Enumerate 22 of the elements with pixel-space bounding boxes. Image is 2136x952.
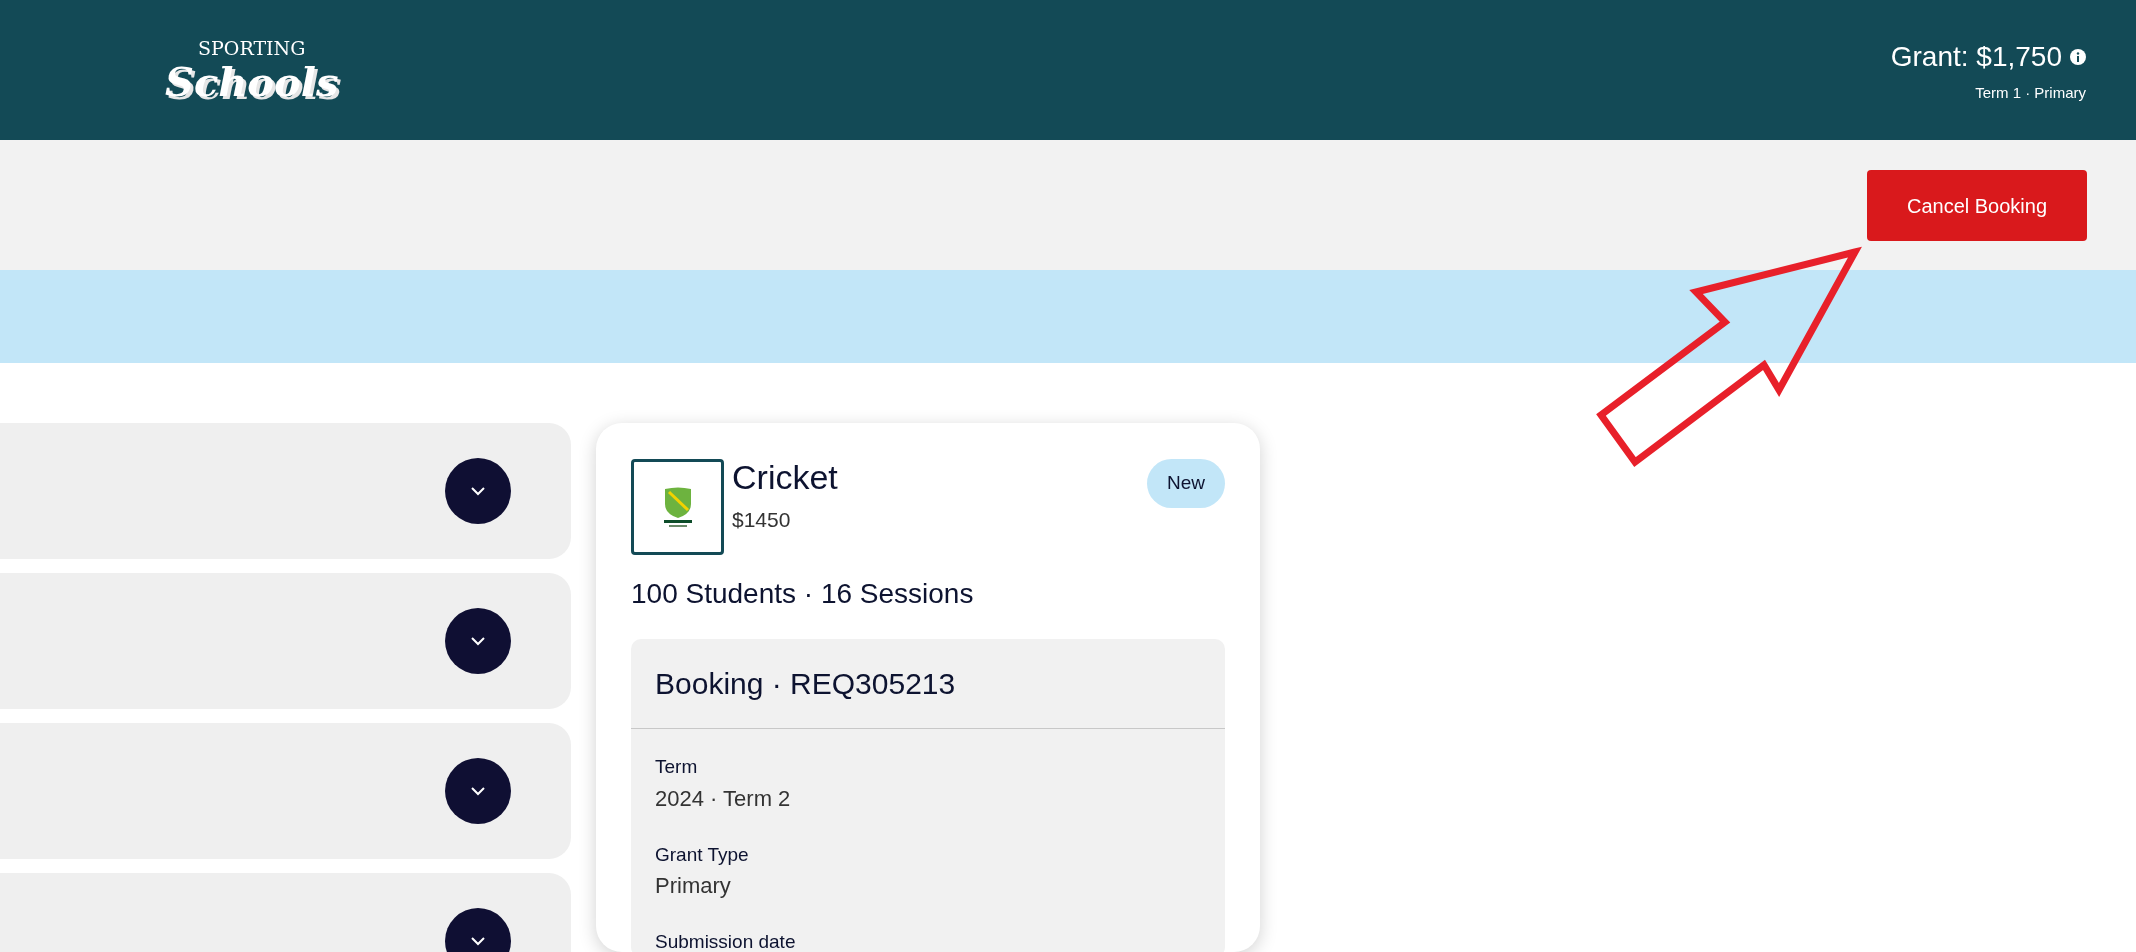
info-icon[interactable] [2070,48,2086,65]
chevron-icon [470,636,486,646]
field-value: 2024 · Term 2 [655,784,792,813]
accordion-panel[interactable] [0,573,571,709]
field-label: Submission date [655,930,797,952]
accordion-panel[interactable] [0,723,571,859]
chevron-icon [470,486,486,496]
field-value: Primary [655,872,732,900]
field-label: Term [655,755,699,779]
logo[interactable]: SPORTING Schools [165,38,339,102]
card-summary: 100 Students · 16 Sessions [631,577,975,611]
card-title: Cricket [732,459,839,497]
booking-title: Booking · REQ305213 [631,639,1225,729]
price: $1450 [732,507,792,534]
chevron-icon [470,936,486,946]
grant-detail: Term 1 · Primary [1975,82,2086,103]
accordion-panel[interactable] [0,423,571,559]
field-label: Grant Type [655,842,750,867]
cancel-booking-button[interactable]: Cancel Booking [1867,170,2087,241]
status-badge: New [1147,459,1225,508]
chevron-icon [470,786,486,796]
grant-amount: Grant: $1,750 [1890,39,2062,74]
